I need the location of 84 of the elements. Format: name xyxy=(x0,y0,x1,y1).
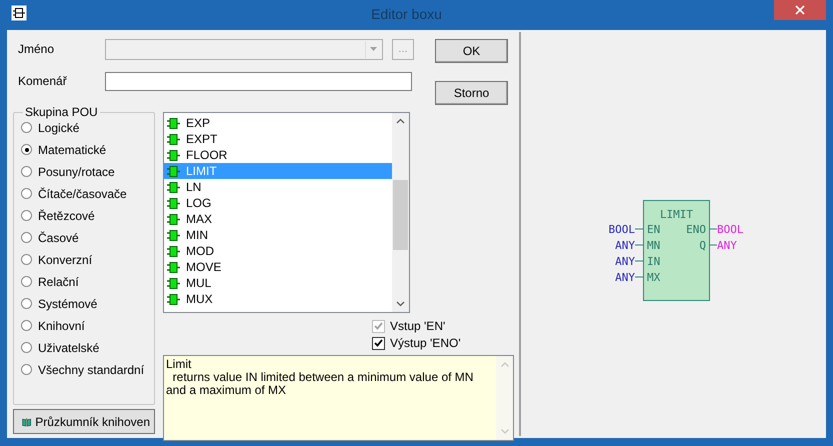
scrollbar[interactable] xyxy=(392,113,409,312)
input-type-label: ANY xyxy=(614,255,634,268)
radio-option[interactable]: Logické xyxy=(21,119,150,136)
description-text: Limit returns value IN limited between a minimum value of MN and a maximum of MX xyxy=(165,356,474,399)
checkbox-option[interactable]: Výstup 'ENO' xyxy=(372,335,513,351)
input-type-label: ANY xyxy=(614,239,634,252)
close-icon xyxy=(794,5,805,15)
leader-line xyxy=(709,228,717,230)
group-title: Skupina POU xyxy=(24,105,99,119)
item-label: MOVE xyxy=(186,260,222,274)
block-icon xyxy=(167,278,180,288)
list-item[interactable]: MAX xyxy=(164,211,392,227)
window-title: Editor boxu xyxy=(370,6,442,22)
output-type-label: ANY xyxy=(716,239,736,252)
item-label: MOD xyxy=(186,244,214,258)
block-icon xyxy=(167,262,180,272)
leader-line xyxy=(634,228,643,230)
block-icon xyxy=(167,230,180,240)
cancel-button[interactable]: Storno xyxy=(435,81,508,105)
block-icon xyxy=(167,150,180,160)
block-icon xyxy=(167,214,180,224)
list-item[interactable]: MOVE xyxy=(164,259,392,275)
list-item[interactable]: MUL xyxy=(164,275,392,291)
item-label: FLOOR xyxy=(186,148,228,162)
block-icon xyxy=(167,118,180,128)
item-label: EXP xyxy=(186,116,210,130)
item-label: MUL xyxy=(186,276,212,290)
input-type-label: BOOL xyxy=(608,223,634,236)
radio-option[interactable]: Všechny standardní xyxy=(21,361,150,378)
ok-button[interactable]: OK xyxy=(435,39,508,63)
list-item[interactable]: EXP xyxy=(164,115,392,131)
list-item[interactable]: MIN xyxy=(164,227,392,243)
scroll-thumb[interactable] xyxy=(393,180,408,250)
radio-option[interactable]: Uživatelské xyxy=(21,339,150,356)
radio-option[interactable]: Knihovní xyxy=(21,317,150,334)
leader-line xyxy=(634,244,643,246)
pin-label: Q xyxy=(698,239,706,252)
list-item[interactable]: LOG xyxy=(164,195,392,211)
item-label: MAX xyxy=(186,212,212,226)
leader-line xyxy=(709,244,717,246)
field-label: Jméno xyxy=(17,42,56,56)
leader-line xyxy=(634,260,643,262)
leader-line xyxy=(634,276,643,278)
input-type-label: ANY xyxy=(614,271,634,284)
dropdown-arrow-icon xyxy=(370,47,377,51)
pin-label: EN xyxy=(646,223,660,236)
close-button[interactable] xyxy=(774,0,826,20)
block-icon xyxy=(167,198,180,208)
block-icon xyxy=(167,166,180,176)
pin-label: ENO xyxy=(686,223,706,236)
block-icon xyxy=(11,5,27,21)
pin-label: MX xyxy=(646,271,660,284)
item-label: MIN xyxy=(186,228,208,242)
radio-option[interactable]: Systémové xyxy=(21,295,150,312)
block-icon xyxy=(167,294,180,304)
block-icon xyxy=(167,246,180,256)
list-item[interactable]: LN xyxy=(164,179,392,195)
item-label: MUX xyxy=(186,292,213,306)
scroll-up-icon xyxy=(500,362,508,367)
list-item[interactable]: MUX xyxy=(164,291,392,307)
field-label: Komenář xyxy=(17,74,68,88)
comment-input-field[interactable] xyxy=(105,72,412,90)
radio-option[interactable]: Řetězcové xyxy=(21,207,150,224)
radio-option[interactable]: Časové xyxy=(21,229,150,246)
pin-label: MN xyxy=(646,239,660,252)
list-item[interactable]: MOD xyxy=(164,243,392,259)
item-label: EXPT xyxy=(186,132,218,146)
list-item[interactable]: FLOOR xyxy=(164,147,392,163)
item-label: LIMIT xyxy=(186,164,217,178)
item-label: LOG xyxy=(186,196,212,210)
block-icon xyxy=(167,134,180,144)
radio-option[interactable]: Posuny/rotace xyxy=(21,163,150,180)
radio-option[interactable]: Relační xyxy=(21,273,150,290)
block-title: LIMIT xyxy=(659,208,693,221)
radio-option[interactable]: Konverzní xyxy=(21,251,150,268)
scroll-down-icon xyxy=(500,429,508,434)
radio-option[interactable]: Čítače/časovače xyxy=(21,185,150,202)
output-type-label: BOOL xyxy=(716,223,743,236)
pin-label: IN xyxy=(646,255,660,268)
block-icon xyxy=(167,182,180,192)
radio-option[interactable]: Matematické xyxy=(21,141,150,158)
list-item[interactable]: EXPT xyxy=(164,131,392,147)
item-label: LN xyxy=(186,180,202,194)
library-explorer-button[interactable]: Průzkumník knihoven xyxy=(13,409,155,434)
